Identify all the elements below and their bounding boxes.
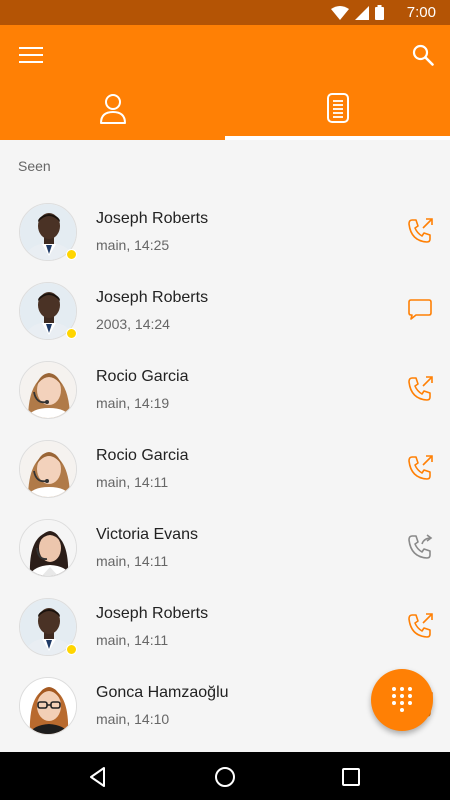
presence-indicator xyxy=(66,249,77,260)
call-detail: main, 14:19 xyxy=(96,395,170,411)
status-time: 7:00 xyxy=(406,4,436,21)
call-detail: main, 14:25 xyxy=(96,237,170,253)
contact-name: Rocio Garcia xyxy=(96,447,189,464)
call-history-list: Joseph Roberts main, 14:25 Joseph Roberts 2… xyxy=(0,193,450,746)
contact-name: Rocio Garcia xyxy=(96,368,189,385)
call-history-row[interactable]: Rocio Garcia main, 14:19 xyxy=(0,351,450,430)
forwarded-call-icon[interactable] xyxy=(406,533,434,561)
system-nav-bar xyxy=(0,752,450,800)
outgoing-call-icon[interactable] xyxy=(406,217,434,245)
presence-indicator xyxy=(66,644,77,655)
contact-name: Victoria Evans xyxy=(96,526,198,543)
call-history-row[interactable]: Victoria Evans main, 14:11 xyxy=(0,509,450,588)
call-detail: 2003, 14:24 xyxy=(96,316,170,332)
dialpad-button[interactable] xyxy=(371,669,433,731)
tab-history[interactable] xyxy=(225,93,450,140)
tab-contacts[interactable] xyxy=(0,93,225,140)
avatar xyxy=(19,677,77,735)
presence-indicator xyxy=(66,328,77,339)
call-history-row[interactable]: Joseph Roberts 2003, 14:24 xyxy=(0,272,450,351)
avatar xyxy=(19,440,77,498)
contact-name: Gonca Hamzaoğlu xyxy=(96,684,229,701)
avatar xyxy=(19,519,77,577)
contact-name: Joseph Roberts xyxy=(96,210,209,227)
app-toolbar xyxy=(0,25,450,140)
call-history-row[interactable]: Rocio Garcia main, 14:11 xyxy=(0,430,450,509)
outgoing-call-icon[interactable] xyxy=(406,454,434,482)
call-detail: main, 14:11 xyxy=(96,474,169,490)
menu-icon xyxy=(19,47,43,49)
battery-icon xyxy=(375,5,384,20)
call-history-row[interactable]: Joseph Roberts main, 14:11 xyxy=(0,588,450,667)
contact-name: Joseph Roberts xyxy=(96,289,209,306)
search-icon[interactable] xyxy=(412,44,434,66)
dialpad-icon xyxy=(392,687,412,712)
status-icons xyxy=(331,5,384,20)
call-detail: main, 14:11 xyxy=(96,632,169,648)
avatar xyxy=(19,361,77,419)
contact-name: Joseph Roberts xyxy=(96,605,209,622)
active-tab-indicator xyxy=(225,136,450,140)
history-list-icon xyxy=(326,93,349,123)
call-history-row[interactable]: Joseph Roberts main, 14:25 xyxy=(0,193,450,272)
home-icon[interactable] xyxy=(213,765,237,789)
menu-button[interactable] xyxy=(19,47,43,65)
wifi-icon xyxy=(331,5,349,20)
back-icon[interactable] xyxy=(86,765,110,789)
call-detail: main, 14:10 xyxy=(96,711,170,727)
outgoing-call-icon[interactable] xyxy=(406,375,434,403)
call-detail: main, 14:11 xyxy=(96,553,169,569)
signal-icon xyxy=(355,5,369,20)
contact-icon xyxy=(99,94,126,124)
status-bar: 7:00 xyxy=(0,0,450,25)
chat-icon[interactable] xyxy=(406,296,434,324)
recents-icon[interactable] xyxy=(339,765,363,789)
section-header-seen: Seen xyxy=(18,158,51,174)
outgoing-call-icon[interactable] xyxy=(406,612,434,640)
